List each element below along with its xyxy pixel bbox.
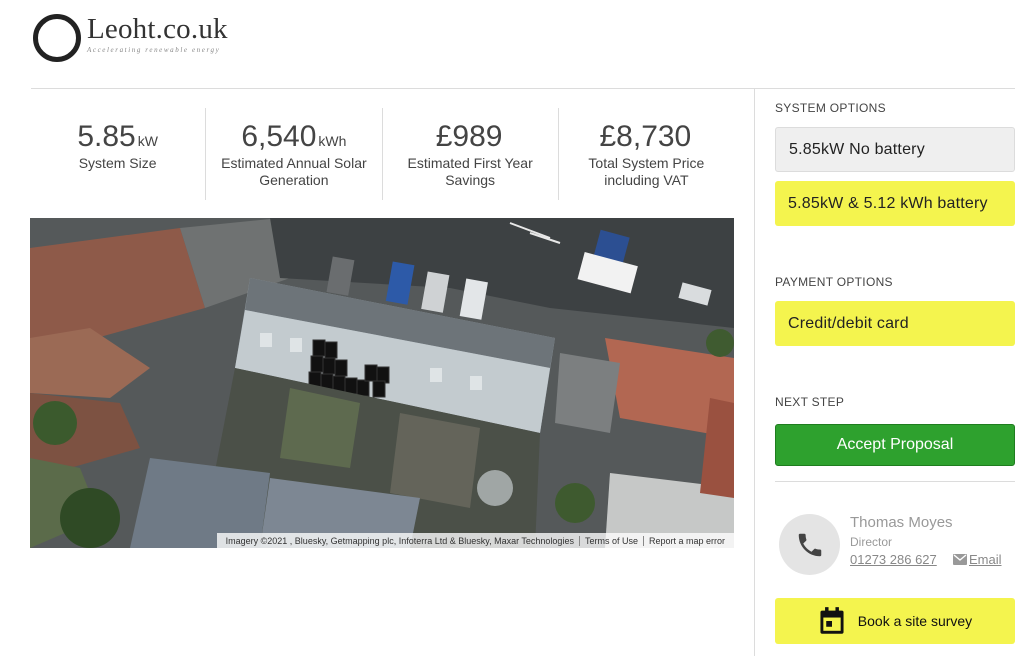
map-terms-link[interactable]: Terms of Use [580, 535, 644, 546]
system-stats: 5.85 kW System Size 6,540 kWh Estimated An… [30, 108, 734, 200]
map-attribution: Imagery ©2021 , Bluesky, Getmapping plc,… [216, 533, 734, 548]
stat-label: Total System Price including VAT [588, 155, 705, 188]
accept-proposal-button[interactable]: Accept Proposal [775, 424, 1015, 466]
stat-value: 6,540 [241, 120, 317, 153]
sidebar-section-divider [775, 481, 1015, 482]
contact-avatar [779, 514, 840, 575]
sidebar-divider [754, 89, 755, 656]
stat-system-size: 5.85 kW System Size [30, 108, 207, 200]
contact-phone-link[interactable]: 01273 286 627 [850, 552, 937, 567]
survey-button-label: Book a site survey [857, 613, 973, 629]
stat-value: £989 [435, 120, 503, 153]
system-options-label: SYSTEM OPTIONS [775, 101, 886, 115]
site-header: Leoht.co.uk Accelerating renewable energ… [0, 0, 1031, 88]
brand-name: Leoht.co.uk [87, 13, 228, 45]
contact-name: Thomas Moyes [850, 514, 953, 531]
stat-value: £8,730 [599, 120, 692, 153]
email-label: Email [969, 552, 1002, 567]
phone-icon [798, 533, 821, 556]
brand-logo[interactable]: Leoht.co.uk Accelerating renewable energ… [33, 13, 228, 62]
stat-label: Estimated First Year Savings [407, 155, 533, 188]
stat-annual-generation: 6,540 kWh Estimated Annual Solar Generati… [206, 108, 383, 200]
header-divider [31, 88, 1015, 89]
contact-email-link[interactable]: Email [953, 552, 1002, 567]
stat-value: 5.85 [77, 120, 136, 153]
logo-ring-icon [33, 14, 81, 62]
next-step-label: NEXT STEP [775, 395, 845, 409]
book-site-survey-button[interactable]: Book a site survey [775, 598, 1015, 644]
stat-total-price: £8,730 Total System Price including VAT [559, 108, 734, 200]
stat-unit: kWh [318, 133, 347, 149]
calendar-icon [820, 607, 844, 634]
satellite-map[interactable]: Imagery ©2021 , Bluesky, Getmapping plc,… [30, 218, 734, 548]
brand-tagline: Accelerating renewable energy [87, 46, 221, 54]
stat-unit: kW [137, 133, 158, 149]
option-credit-debit-card[interactable]: Credit/debit card [775, 301, 1015, 346]
email-icon [953, 554, 967, 565]
option-no-battery[interactable]: 5.85kW No battery [775, 127, 1015, 172]
map-report-error-link[interactable]: Report a map error [644, 536, 730, 546]
satellite-image [30, 218, 734, 548]
map-imagery-credit: Imagery ©2021 , Bluesky, Getmapping plc,… [221, 535, 580, 546]
stat-label: System Size [78, 155, 157, 171]
stat-first-year-savings: £989 Estimated First Year Savings [383, 108, 559, 200]
payment-options-label: PAYMENT OPTIONS [775, 275, 893, 289]
option-with-battery[interactable]: 5.85kW & 5.12 kWh battery [775, 181, 1015, 226]
stat-label: Estimated Annual Solar Generation [221, 155, 367, 188]
contact-role: Director [850, 535, 893, 549]
